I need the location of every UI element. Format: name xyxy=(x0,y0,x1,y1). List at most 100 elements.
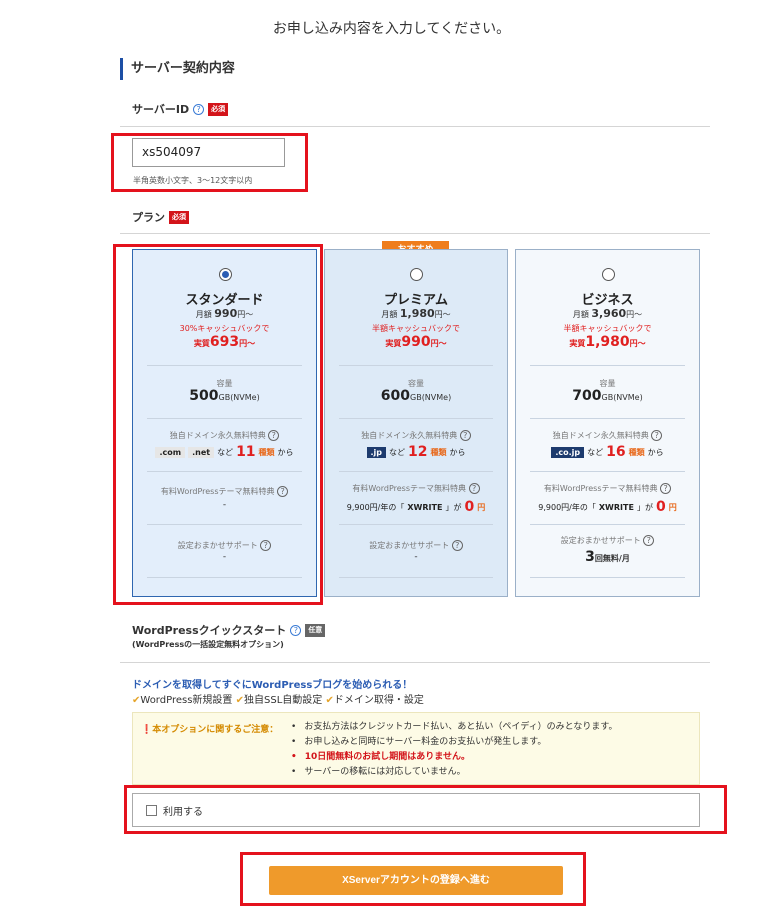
divider xyxy=(120,126,710,127)
submit-button[interactable]: XServerアカウントの登録へ進む xyxy=(269,866,563,895)
help-icon[interactable]: ? xyxy=(468,483,480,494)
quickstart-sub: (WordPressの一括設定無料オプション) xyxy=(132,640,284,649)
help-icon[interactable]: ? xyxy=(260,540,272,551)
check-icon: ✔ xyxy=(235,695,244,706)
divider xyxy=(120,662,710,663)
domain-chip: .jp xyxy=(366,446,387,458)
theme-benefit-value: 9,900円/年の「 XWRITE 」が 0 円 xyxy=(538,499,677,515)
theme-benefit-label: 有料WordPressテーマ無料特典 ? xyxy=(516,483,699,494)
support-value: - xyxy=(222,552,227,562)
plan-cashback: 半額キャッシュバックで xyxy=(372,324,460,333)
required-badge: 必須 xyxy=(208,102,229,116)
divider xyxy=(339,471,493,472)
domain-benefit-value: .com .net など 11 種類 から xyxy=(133,444,316,460)
notice-item: 10日間無料のお試し期間はありません。 xyxy=(291,750,618,765)
help-icon[interactable]: ? xyxy=(651,430,663,441)
plan-effective-price: 実質1,980円〜 xyxy=(569,334,646,350)
server-id-label-row: サーバーID ? 必須 xyxy=(132,101,229,117)
quickstart-checkbox-label[interactable]: 利用する xyxy=(163,803,203,818)
divider xyxy=(339,418,493,419)
support-label: 設定おまかせサポート ? xyxy=(325,540,507,551)
plan-cashback: 半額キャッシュバックで xyxy=(563,324,652,333)
section-title: サーバー契約内容 xyxy=(120,58,235,80)
theme-benefit-value: 9,900円/年の「 XWRITE 」が 0 円 xyxy=(346,499,486,515)
domain-benefit-label: 独自ドメイン永久無料特典 ? xyxy=(133,430,316,441)
divider xyxy=(147,418,302,419)
divider xyxy=(339,577,493,578)
domain-benefit-label: 独自ドメイン永久無料特典 ? xyxy=(325,430,507,441)
help-icon[interactable]: ? xyxy=(451,540,463,551)
plan-label: プラン xyxy=(132,211,165,224)
theme-benefit-label: 有料WordPressテーマ無料特典 ? xyxy=(133,486,316,497)
quickstart-label-row: WordPressクイックスタート ? 任意 xyxy=(132,622,326,638)
plan-effective-price: 実質990円〜 xyxy=(385,334,447,350)
help-icon[interactable]: ? xyxy=(268,430,280,441)
help-icon[interactable]: ? xyxy=(660,483,672,494)
divider xyxy=(530,418,685,419)
plan-label-row: プラン 必須 xyxy=(132,209,189,225)
plan-radio-standard[interactable] xyxy=(218,268,232,281)
theme-benefit-label: 有料WordPressテーマ無料特典 ? xyxy=(325,483,507,494)
plan-radio-business[interactable] xyxy=(601,268,615,281)
warning-icon: ❗ xyxy=(141,725,153,735)
help-icon[interactable]: ? xyxy=(193,103,205,115)
quickstart-checkbox[interactable] xyxy=(146,805,157,816)
divider xyxy=(530,365,685,366)
plan-effective-price: 実質693円〜 xyxy=(193,334,256,350)
notice-item: お支払方法はクレジットカード払い、あと払い（ペイディ）のみとなります。 xyxy=(291,720,617,735)
capacity-value: 600GB(NVMe) xyxy=(380,388,452,404)
server-id-hint: 半角英数小文字、3〜12文字以内 xyxy=(133,176,253,185)
plan-name: ビジネス xyxy=(581,293,634,308)
notice-list: お支払方法はクレジットカード払い、あと払い（ペイディ）のみとなります。 お申し込… xyxy=(291,720,618,780)
divider xyxy=(530,471,685,472)
plan-card-standard[interactable]: スタンダード 月額 990円〜 30%キャッシュバックで 実質693円〜 容量 … xyxy=(132,249,317,597)
capacity-value: 500GB(NVMe) xyxy=(189,388,260,404)
domain-chip: .net xyxy=(188,446,215,458)
optional-badge: 任意 xyxy=(305,623,326,637)
plan-cashback: 30%キャッシュバックで xyxy=(179,324,270,333)
domain-chip: .co.jp xyxy=(551,446,585,458)
help-icon[interactable]: ? xyxy=(290,624,302,636)
divider xyxy=(147,365,302,366)
help-icon[interactable]: ? xyxy=(459,430,471,441)
quickstart-promo: ドメインを取得してすぐにWordPressブログを始められる！ xyxy=(132,680,413,691)
domain-benefit-value: .jp など 12 種類 から xyxy=(325,444,507,460)
divider xyxy=(530,524,685,525)
notice-box: ❗本オプションに関するご注意： お支払方法はクレジットカード払い、あと払い（ペイ… xyxy=(132,712,700,785)
help-icon[interactable]: ? xyxy=(643,535,655,546)
plan-monthly-price: 月額 3,960円〜 xyxy=(572,307,643,320)
capacity-value: 700GB(NVMe) xyxy=(572,388,643,404)
quickstart-option-box[interactable]: 利用する xyxy=(132,793,700,827)
page-heading: お申し込み内容を入力してください。 xyxy=(272,21,511,37)
quickstart-label: WordPressクイックスタート xyxy=(132,624,287,637)
plan-monthly-price: 月額 990円〜 xyxy=(195,307,254,320)
domain-chip: .com xyxy=(155,446,186,458)
divider xyxy=(530,577,685,578)
plan-name: プレミアム xyxy=(383,293,449,308)
server-id-label: サーバーID xyxy=(132,103,190,116)
plan-card-business[interactable]: ビジネス 月額 3,960円〜 半額キャッシュバックで 実質1,980円〜 容量… xyxy=(515,249,700,597)
theme-benefit-value: - xyxy=(222,500,227,510)
check-icon: ✔ xyxy=(325,695,334,706)
plan-name: スタンダード xyxy=(185,293,264,308)
server-id-input[interactable]: xs504097 xyxy=(132,138,285,167)
help-icon[interactable]: ? xyxy=(277,486,289,497)
notice-item: サーバーの移転には対応していません。 xyxy=(291,765,618,780)
support-value: - xyxy=(414,552,418,562)
notice-title: ❗本オプションに関するご注意： xyxy=(141,725,279,735)
quickstart-features: ✔WordPress新規設置 ✔独自SSL自動設定 ✔ドメイン取得・設定 xyxy=(132,695,424,706)
divider xyxy=(147,524,302,525)
divider xyxy=(147,577,302,578)
domain-benefit-value: .co.jp など 16 種類 から xyxy=(516,444,699,460)
plan-monthly-price: 月額 1,980円〜 xyxy=(381,307,451,320)
plan-radio-premium[interactable] xyxy=(410,268,423,281)
support-label: 設定おまかせサポート ? xyxy=(516,535,699,546)
plan-card-premium[interactable]: プレミアム 月額 1,980円〜 半額キャッシュバックで 実質990円〜 容量 … xyxy=(324,249,508,597)
divider xyxy=(339,365,493,366)
required-badge: 必須 xyxy=(169,210,189,224)
support-label: 設定おまかせサポート ? xyxy=(133,540,316,551)
divider xyxy=(147,471,302,472)
divider xyxy=(339,524,493,525)
divider xyxy=(120,233,710,234)
support-value: 3回無料/月 xyxy=(585,549,630,565)
